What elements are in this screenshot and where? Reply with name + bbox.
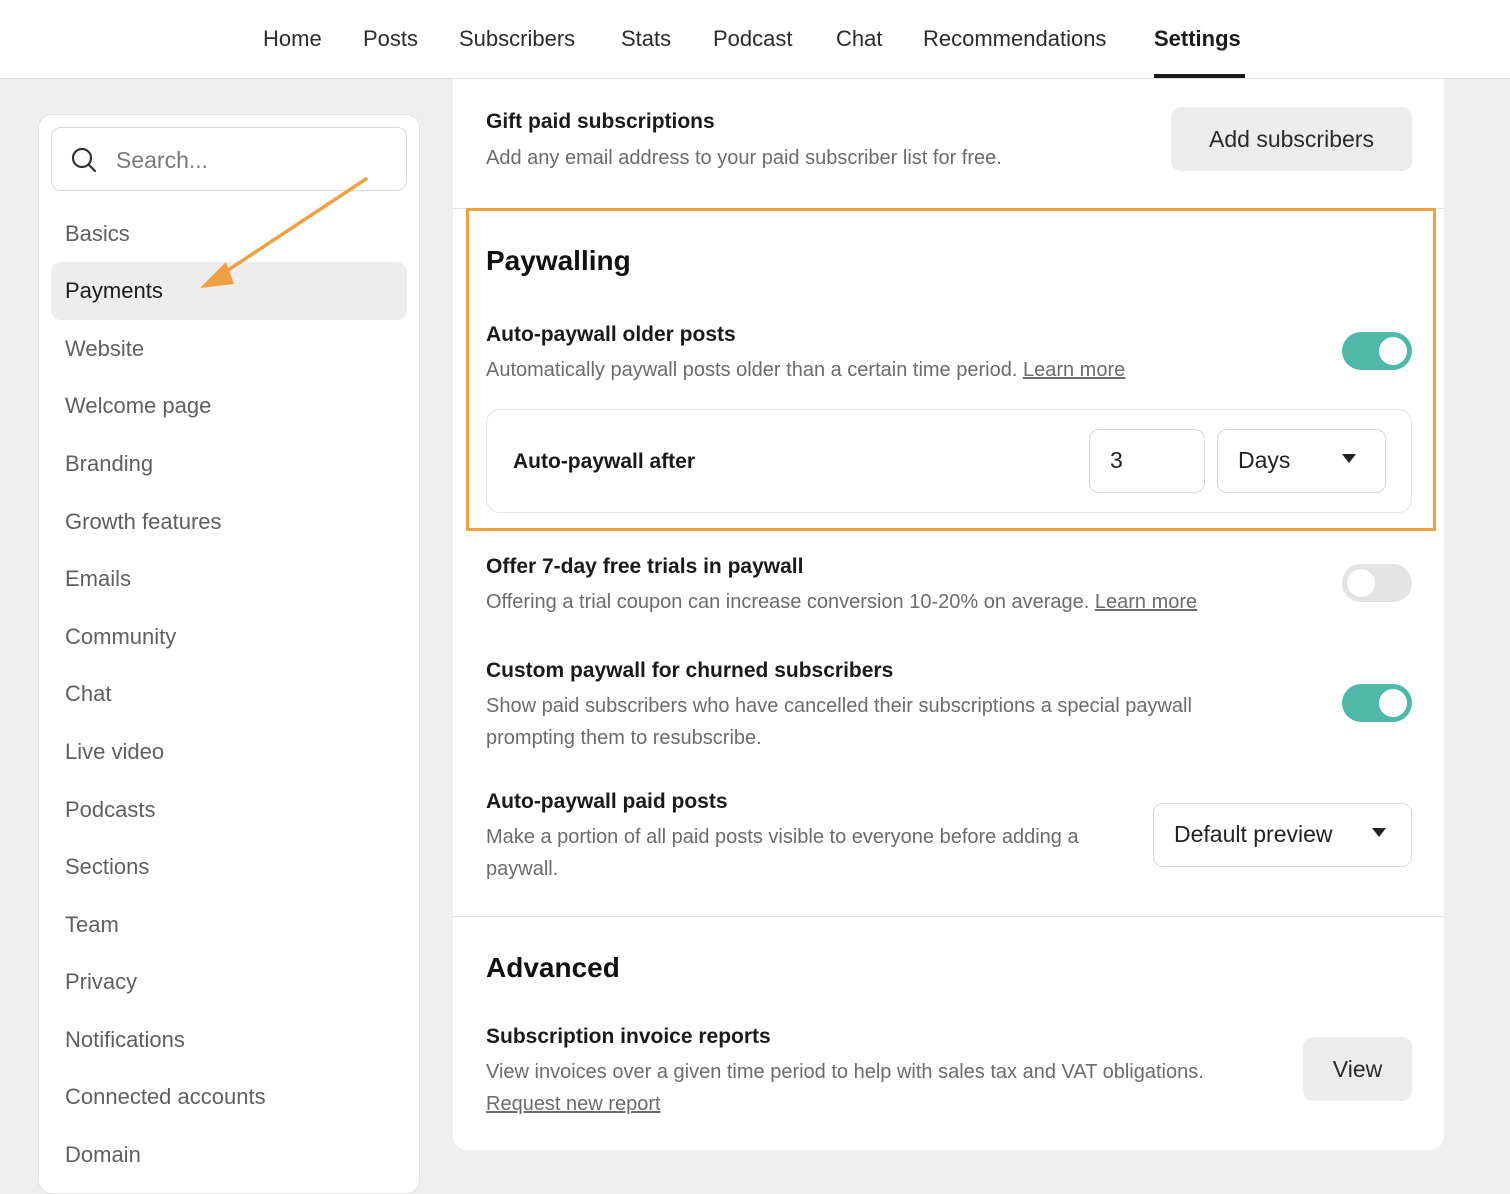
churned-paywall-title: Custom paywall for churned subscribers <box>486 659 894 682</box>
sidebar-item-live-video[interactable]: Live video <box>51 723 407 781</box>
gift-description: Add any email address to your paid subsc… <box>486 147 1002 169</box>
invoice-reports-description: View invoices over a given time period t… <box>486 1056 1206 1120</box>
request-new-report-link[interactable]: Request new report <box>486 1093 661 1115</box>
paywalling-heading: Paywalling <box>486 245 631 276</box>
sidebar-item-podcasts[interactable]: Podcasts <box>51 781 407 839</box>
sidebar-item-branding[interactable]: Branding <box>51 435 407 493</box>
toggle-knob <box>1379 337 1407 365</box>
free-trials-title: Offer 7-day free trials in paywall <box>486 555 804 578</box>
chevron-down-icon <box>1372 828 1386 837</box>
sidebar-item-emails[interactable]: Emails <box>51 550 407 608</box>
toggle-knob <box>1379 689 1407 717</box>
auto-paywall-after-label: Auto-paywall after <box>513 450 696 473</box>
paid-posts-description: Make a portion of all paid posts visible… <box>486 826 1079 880</box>
sidebar-item-website[interactable]: Website <box>51 320 407 378</box>
free-trials-text: Offering a trial coupon can increase con… <box>486 591 1090 613</box>
auto-paywall-older-text: Automatically paywall posts older than a… <box>486 359 1018 381</box>
auto-paywall-unit-value: Days <box>1238 447 1291 473</box>
auto-paywall-older-toggle[interactable] <box>1342 332 1412 370</box>
sidebar-item-privacy[interactable]: Privacy <box>51 953 407 1011</box>
tab-recommendations[interactable]: Recommendations <box>923 26 1106 52</box>
churned-paywall-description: Show paid subscribers who have cancelled… <box>486 695 1192 749</box>
tab-settings[interactable]: Settings <box>1154 26 1241 52</box>
tab-home[interactable]: Home <box>263 26 322 52</box>
tab-podcast[interactable]: Podcast <box>713 26 793 52</box>
section-divider <box>453 208 1444 209</box>
preview-select-value: Default preview <box>1174 821 1333 847</box>
paid-posts-title: Auto-paywall paid posts <box>486 790 728 813</box>
tab-subscribers[interactable]: Subscribers <box>459 26 575 52</box>
active-tab-indicator <box>1154 74 1245 78</box>
churned-paywall-toggle[interactable] <box>1342 684 1412 722</box>
top-navigation: Home Posts Subscribers Stats Podcast Cha… <box>0 0 1510 79</box>
annotation-arrow <box>200 177 368 288</box>
free-trials-description: Offering a trial coupon can increase con… <box>486 586 1197 618</box>
sidebar-item-sections[interactable]: Sections <box>51 838 407 896</box>
sidebar-item-team[interactable]: Team <box>51 896 407 954</box>
toggle-knob <box>1347 569 1375 597</box>
sidebar-item-chat[interactable]: Chat <box>51 665 407 723</box>
auto-paywall-unit-select[interactable]: Days <box>1217 429 1386 493</box>
sidebar-item-community[interactable]: Community <box>51 608 407 666</box>
tab-chat[interactable]: Chat <box>836 26 882 52</box>
add-subscribers-button[interactable]: Add subscribers <box>1171 107 1412 171</box>
invoice-reports-text: View invoices over a given time period t… <box>486 1061 1204 1083</box>
auto-paywall-after-input[interactable]: 3 <box>1089 429 1205 493</box>
auto-paywall-after-box: Auto-paywall after 3 Days <box>486 409 1412 513</box>
sidebar-item-domain[interactable]: Domain <box>51 1126 407 1184</box>
tab-stats[interactable]: Stats <box>621 26 671 52</box>
learn-more-link[interactable]: Learn more <box>1095 591 1197 613</box>
chevron-down-icon <box>1342 454 1356 463</box>
view-invoices-button[interactable]: View <box>1303 1037 1412 1101</box>
advanced-heading: Advanced <box>486 952 620 983</box>
learn-more-link[interactable]: Learn more <box>1023 359 1125 381</box>
invoice-reports-title: Subscription invoice reports <box>486 1025 771 1048</box>
auto-paywall-after-value: 3 <box>1110 447 1123 473</box>
free-trials-toggle[interactable] <box>1342 564 1412 602</box>
gift-title: Gift paid subscriptions <box>486 110 715 133</box>
search-icon <box>71 147 97 173</box>
auto-paywall-older-description: Automatically paywall posts older than a… <box>486 354 1125 386</box>
sidebar-item-growth-features[interactable]: Growth features <box>51 493 407 551</box>
sidebar-item-welcome-page[interactable]: Welcome page <box>51 377 407 435</box>
section-divider <box>453 916 1444 917</box>
sidebar-item-notifications[interactable]: Notifications <box>51 1011 407 1069</box>
preview-select[interactable]: Default preview <box>1153 803 1412 867</box>
sidebar-item-connected-accounts[interactable]: Connected accounts <box>51 1068 407 1126</box>
auto-paywall-older-title: Auto-paywall older posts <box>486 323 736 346</box>
tab-posts[interactable]: Posts <box>363 26 418 52</box>
